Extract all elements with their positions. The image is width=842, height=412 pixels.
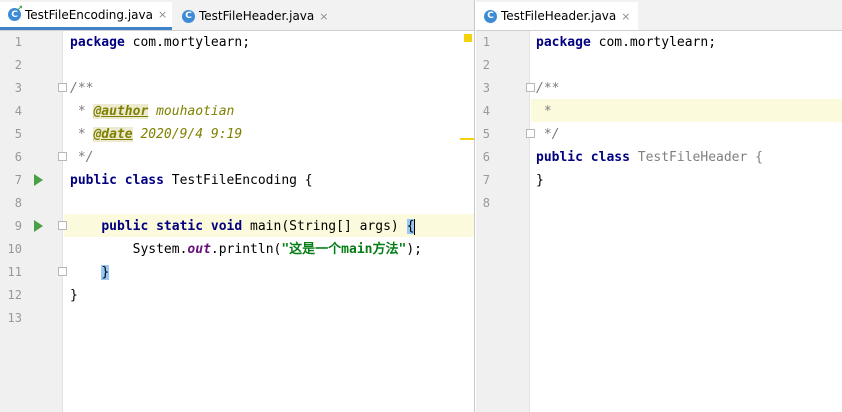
run-class-icon[interactable] xyxy=(34,174,43,186)
line-number: 12 xyxy=(7,288,22,302)
fold-icon[interactable] xyxy=(58,152,67,161)
line-number: 6 xyxy=(14,150,22,164)
fold-icon[interactable] xyxy=(58,83,67,92)
code-line: public static void main(String[] args) { xyxy=(101,218,416,235)
code-line: package com.mortylearn; xyxy=(70,35,251,50)
change-marker[interactable] xyxy=(460,138,474,140)
code-line: public class TestFileHeader { xyxy=(536,150,763,165)
run-main-icon[interactable] xyxy=(34,220,43,232)
code-line: System.out.println("这是一个main方法"); xyxy=(132,242,422,257)
code-line: /** xyxy=(536,81,560,96)
current-line-highlight xyxy=(531,99,842,122)
code-line: * @date 2020/9/4 9:19 xyxy=(70,127,243,142)
fold-icon[interactable] xyxy=(58,221,67,230)
right-editor-pane: C TestFileHeader.java × 1 2 3 4 5 6 7 8 … xyxy=(476,0,842,412)
close-icon[interactable]: × xyxy=(319,10,328,23)
tab-label: TestFileHeader.java xyxy=(501,9,617,23)
tab-label: TestFileEncoding.java xyxy=(25,7,153,22)
line-number: 2 xyxy=(14,58,22,72)
fold-icon[interactable] xyxy=(526,129,535,138)
code-line: package com.mortylearn; xyxy=(536,35,717,50)
left-tab-bar: C ↗ TestFileEncoding.java × C TestFileHea… xyxy=(0,0,474,31)
code-line: */ xyxy=(70,150,94,165)
line-number: 3 xyxy=(482,81,490,95)
tab-test-file-header[interactable]: C TestFileHeader.java × xyxy=(476,2,638,30)
tab-test-file-header[interactable]: C TestFileHeader.java × xyxy=(174,2,339,30)
left-editor-pane: C ↗ TestFileEncoding.java × C TestFileHea… xyxy=(0,0,475,412)
line-number: 6 xyxy=(482,150,490,164)
fold-icon[interactable] xyxy=(58,267,67,276)
warning-marker[interactable] xyxy=(464,34,472,42)
java-class-icon: C ↗ xyxy=(8,5,23,21)
line-number: 5 xyxy=(482,127,490,141)
close-icon[interactable]: × xyxy=(158,8,167,21)
code-line: */ xyxy=(536,127,560,142)
line-number: 11 xyxy=(7,265,22,279)
fold-icon[interactable] xyxy=(526,83,535,92)
line-number: 3 xyxy=(14,81,22,95)
tab-test-file-encoding[interactable]: C ↗ TestFileEncoding.java × xyxy=(0,2,172,30)
line-number: 13 xyxy=(7,311,22,325)
line-number: 4 xyxy=(14,104,22,118)
line-number: 9 xyxy=(14,219,22,233)
tab-label: TestFileHeader.java xyxy=(199,9,315,23)
text-caret xyxy=(414,218,416,235)
code-line: /** xyxy=(70,81,94,96)
line-number: 1 xyxy=(14,35,22,49)
line-number: 5 xyxy=(14,127,22,141)
line-number: 7 xyxy=(14,173,22,187)
code-line: * @author mouhaotian xyxy=(70,104,235,119)
close-icon[interactable]: × xyxy=(621,10,630,23)
java-class-icon: C xyxy=(182,9,195,23)
line-number: 10 xyxy=(7,242,22,256)
line-number: 2 xyxy=(482,58,490,72)
right-tab-bar: C TestFileHeader.java × xyxy=(476,0,842,31)
line-number: 7 xyxy=(482,173,490,187)
code-line: } xyxy=(536,173,544,188)
line-number: 8 xyxy=(482,196,490,210)
code-line: public class TestFileEncoding { xyxy=(70,173,313,188)
java-class-icon: C xyxy=(484,9,497,23)
code-line: * xyxy=(536,104,552,119)
code-line: } xyxy=(101,265,110,280)
line-number: 8 xyxy=(14,196,22,210)
line-number: 4 xyxy=(482,104,490,118)
code-line: } xyxy=(70,288,78,303)
line-number: 1 xyxy=(482,35,490,49)
